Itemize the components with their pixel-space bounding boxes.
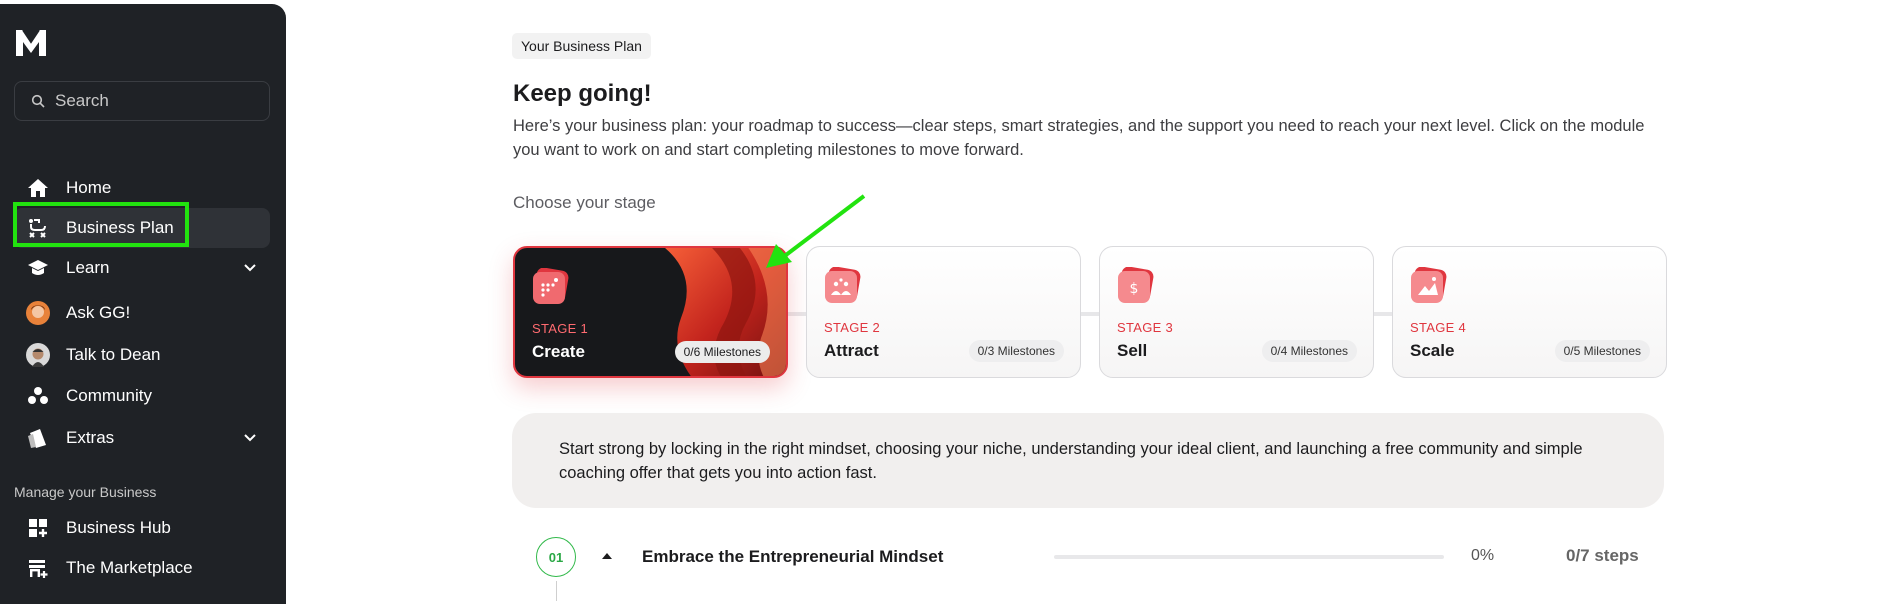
logo-icon[interactable] (14, 26, 48, 60)
sidebar-item-label: Talk to Dean (66, 345, 161, 364)
page-description-line-2: you want to work on and start completing… (513, 141, 1024, 159)
sidebar-item-marketplace[interactable]: The Marketplace (14, 548, 270, 588)
sidebar: Search Home Business Plan Learn Ask GG! (0, 4, 286, 604)
stage-name: Scale (1410, 341, 1455, 360)
chevron-down-icon[interactable] (242, 430, 258, 446)
stage-number: STAGE 4 (1410, 320, 1467, 335)
sidebar-item-label: Learn (66, 258, 110, 277)
stage-card-sell[interactable]: $ STAGE 3 Sell 0/4 Milestones (1099, 246, 1374, 378)
annotation-arrow-icon (766, 194, 866, 268)
sidebar-item-label: Community (66, 386, 152, 405)
stage-name: Sell (1117, 341, 1148, 360)
manage-section-label: Manage your Business (14, 484, 157, 500)
stage-number: STAGE 3 (1117, 320, 1174, 335)
sidebar-item-label: Ask GG! (66, 303, 131, 322)
stage-card-create[interactable]: STAGE 1 Create 0/6 Milestones (513, 246, 788, 378)
svg-text:$: $ (1130, 281, 1139, 297)
search-placeholder: Search (55, 91, 109, 110)
module-steps-count: 0/7 steps (1566, 546, 1639, 565)
ask-gg-avatar (26, 301, 50, 325)
sidebar-item-label: The Marketplace (66, 558, 193, 577)
sidebar-item-extras[interactable]: Extras (14, 418, 270, 458)
module-row[interactable]: 01 Embrace the Entrepreneurial Mindset 0… (536, 537, 1666, 601)
sidebar-item-ask-gg[interactable]: Ask GG! (14, 293, 270, 333)
search-input[interactable]: Search (14, 81, 270, 121)
sidebar-item-label: Home (66, 178, 112, 197)
page-title: Keep going! (513, 80, 652, 107)
sell-stage-icon: $ (1118, 267, 1154, 303)
module-number: 01 (536, 537, 576, 577)
sidebar-item-learn[interactable]: Learn (14, 248, 270, 288)
search-icon (31, 94, 45, 108)
milestones-badge: 0/5 Milestones (1554, 340, 1650, 362)
sidebar-item-community[interactable]: Community (14, 376, 270, 416)
grid-plus-icon (26, 516, 50, 540)
module-progress-bar (1054, 555, 1444, 559)
milestones-badge: 0/3 Milestones (968, 340, 1064, 362)
home-icon (26, 176, 50, 200)
module-timeline-line (556, 581, 557, 601)
sidebar-item-label: Extras (66, 428, 115, 447)
page-tag: Your Business Plan (512, 33, 651, 59)
store-icon (26, 556, 50, 580)
sidebar-item-business-hub[interactable]: Business Hub (14, 508, 270, 548)
create-stage-icon (533, 268, 569, 304)
page-description: Here’s your business plan: your roadmap … (513, 114, 1673, 162)
graduation-cap-icon (26, 256, 50, 280)
sidebar-item-talk-to-dean[interactable]: Talk to Dean (14, 335, 270, 375)
stage-name: Create (532, 342, 585, 361)
highlight-box (13, 202, 189, 247)
stage-number: STAGE 1 (532, 321, 589, 336)
stage-connector (1080, 312, 1100, 316)
stage-connector (787, 312, 807, 316)
stage-connector (1373, 312, 1393, 316)
module-title: Embrace the Entrepreneurial Mindset (642, 547, 944, 566)
caret-up-icon[interactable] (601, 551, 613, 561)
stage-card-scale[interactable]: STAGE 4 Scale 0/5 Milestones (1392, 246, 1667, 378)
milestones-badge: 0/6 Milestones (674, 341, 770, 363)
sidebar-item-label: Business Hub (66, 518, 171, 537)
page-description-line-1: Here’s your business plan: your roadmap … (513, 117, 1645, 135)
milestones-badge: 0/4 Milestones (1261, 340, 1357, 362)
scale-stage-icon (1411, 267, 1447, 303)
chevron-down-icon[interactable] (242, 260, 258, 276)
module-progress-percent: 0% (1471, 547, 1495, 564)
stage-name: Attract (824, 341, 879, 360)
stage-description: Start strong by locking in the right min… (512, 413, 1664, 508)
stage-number: STAGE 2 (824, 320, 881, 335)
attract-stage-icon (825, 267, 861, 303)
extras-icon (26, 426, 50, 450)
choose-stage-label: Choose your stage (513, 193, 656, 212)
community-icon (26, 384, 50, 408)
dean-avatar (26, 343, 50, 367)
